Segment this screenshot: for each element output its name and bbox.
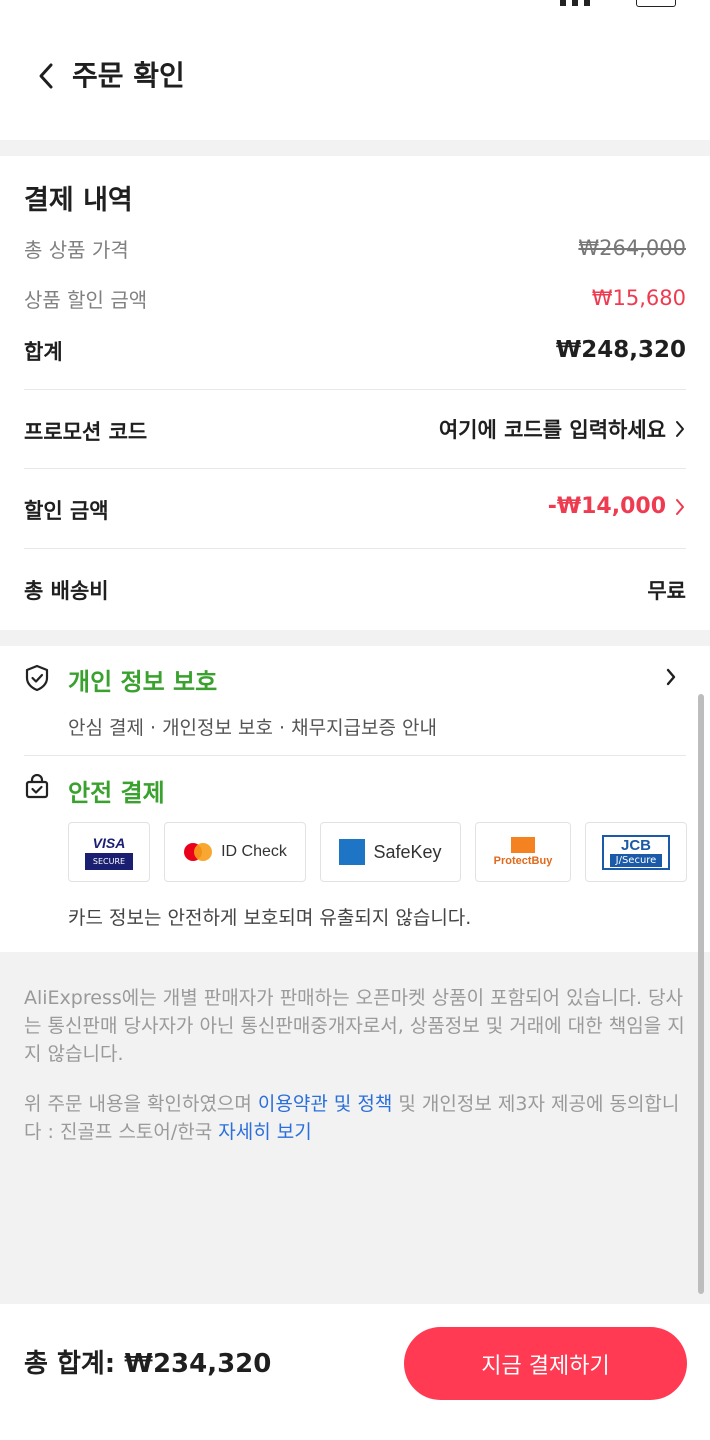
chevron-right-icon: [676, 498, 684, 515]
discount-label: 할인 금액: [24, 499, 109, 523]
terms-link[interactable]: 이용약관 및 정책: [258, 1093, 392, 1115]
subtotal-value: ₩248,320: [555, 337, 686, 363]
summary-title: 결제 내역: [24, 185, 133, 216]
scrollbar[interactable]: [698, 694, 704, 1294]
shipping-value: 무료: [647, 579, 686, 603]
safe-payment-title: 안전 결제: [68, 779, 165, 807]
product-discount-value: ₩15,680: [591, 286, 686, 310]
divider: [24, 548, 686, 549]
discount-value: -₩14,000: [547, 494, 666, 519]
promo-code-label: 프로모션 코드: [24, 420, 148, 444]
promo-code-input[interactable]: 여기에 코드를 입력하세요: [439, 414, 686, 444]
privacy-title: 개인 정보 보호: [68, 668, 218, 696]
subtotal-label: 합계: [24, 340, 63, 364]
shield-check-icon: [24, 664, 50, 696]
chevron-right-icon: [676, 421, 684, 437]
total-product-price-value: ₩264,000: [578, 236, 686, 260]
divider: [24, 468, 686, 469]
status-bar: [560, 0, 676, 8]
shipping-label: 총 배송비: [24, 579, 109, 603]
chevron-right-icon: [666, 668, 676, 686]
back-button[interactable]: [28, 56, 64, 96]
grand-total: 총 합계: ₩234,320: [24, 1349, 272, 1379]
lock-bag-icon: [24, 773, 50, 804]
divider: [24, 755, 686, 756]
details-link[interactable]: 자세히 보기: [218, 1121, 311, 1143]
amex-safekey-logo: SafeKey: [320, 822, 461, 882]
marketplace-disclaimer: AliExpress에는 개별 판매자가 판매하는 오픈마켓 상품이 포함되어 …: [24, 987, 685, 1065]
terms-agreement: 위 주문 내용을 확인하였으며 이용약관 및 정책 및 개인정보 제3자 제공에…: [24, 1090, 686, 1146]
agree-prefix: 위 주문 내용을 확인하였으며: [24, 1093, 258, 1115]
chevron-left-icon: [39, 63, 53, 89]
promo-code-placeholder: 여기에 코드를 입력하세요: [438, 418, 666, 442]
mastercard-id-check-logo: ID Check: [164, 822, 306, 882]
card-safety-note: 카드 정보는 안전하게 보호되며 유출되지 않습니다.: [68, 907, 472, 929]
pay-now-button[interactable]: 지금 결제하기: [404, 1327, 687, 1400]
visa-secure-logo: VISA SECURE: [68, 822, 150, 882]
divider: [24, 389, 686, 390]
payment-summary-card: [0, 156, 710, 630]
page-title: 주문 확인: [72, 59, 185, 92]
privacy-subtitle: 안심 결제 · 개인정보 보호 · 채무지급보증 안내: [68, 717, 437, 739]
product-discount-label: 상품 할인 금액: [24, 288, 148, 312]
discount-selector[interactable]: -₩14,000: [548, 494, 686, 519]
total-product-price-label: 총 상품 가격: [24, 238, 129, 262]
privacy-chevron-button[interactable]: [664, 666, 678, 692]
discover-protectbuy-logo: ProtectBuy: [475, 822, 571, 882]
jcb-jsecure-logo: JCB J/Secure: [585, 822, 687, 882]
